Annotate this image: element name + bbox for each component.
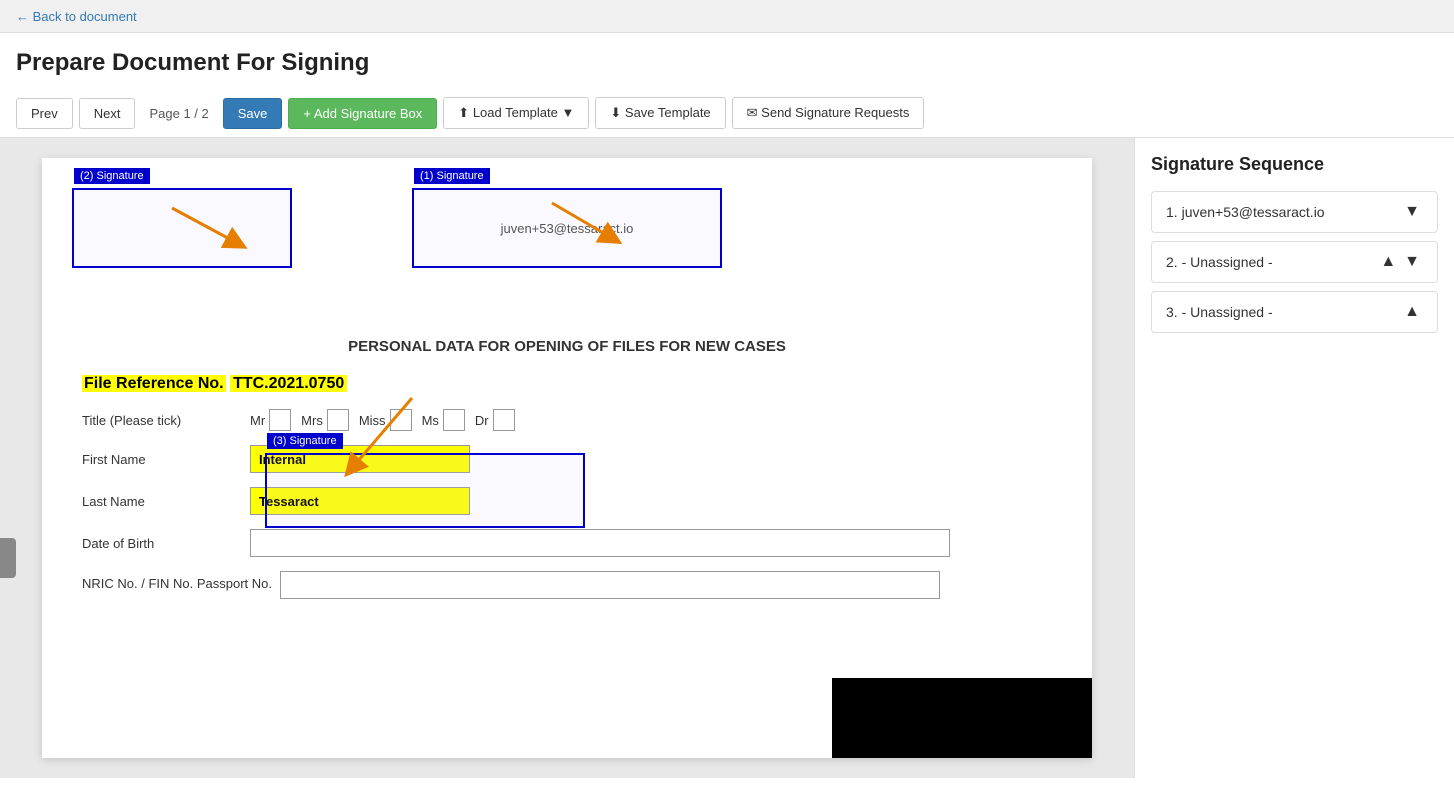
seq-item-2: 2. - Unassigned - ▲ ▼ [1151, 241, 1438, 283]
save-template-icon: ⬇ [610, 105, 621, 120]
seq-item-1-down[interactable]: ▼ [1401, 204, 1423, 220]
load-template-icon: ⬆ [458, 105, 469, 120]
seq-item-3-controls: ▲ [1401, 304, 1423, 320]
seq-item-2-controls: ▲ ▼ [1377, 254, 1423, 270]
dr-label: Dr [475, 413, 489, 428]
seq-item-2-text: 2. - Unassigned - [1166, 254, 1377, 270]
last-name-label: Last Name [82, 494, 242, 509]
top-bar: ← Back to document [0, 0, 1454, 33]
sig-label-2: (2) Signature [74, 168, 150, 184]
ms-label: Ms [422, 413, 439, 428]
title-dr: Dr [475, 409, 515, 431]
seq-item-3-up[interactable]: ▲ [1401, 304, 1423, 320]
dob-row: Date of Birth [82, 529, 1052, 557]
nric-input[interactable] [280, 571, 940, 599]
ms-checkbox[interactable] [443, 409, 465, 431]
save-template-button[interactable]: ⬇ Save Template [595, 97, 725, 129]
miss-label: Miss [359, 413, 386, 428]
mrs-checkbox[interactable] [327, 409, 349, 431]
file-ref-value: TTC.2021.0750 [230, 375, 347, 392]
left-indicator [0, 538, 16, 578]
seq-item-1: 1. juven+53@tessaract.io ▼ [1151, 191, 1438, 233]
first-name-label: First Name [82, 452, 242, 467]
seq-item-2-down[interactable]: ▼ [1401, 254, 1423, 270]
sig-label-3: (3) Signature [267, 433, 343, 449]
seq-item-2-up[interactable]: ▲ [1377, 254, 1399, 270]
title-row: Title (Please tick) Mr Mrs Miss [82, 409, 1052, 431]
main-layout: (1) Signature juven+53@tessaract.io (2) … [0, 138, 1454, 778]
signature-box-2[interactable]: (2) Signature [72, 188, 292, 268]
dob-input[interactable] [250, 529, 950, 557]
dr-checkbox[interactable] [493, 409, 515, 431]
send-signature-requests-button[interactable]: ✉ Send Signature Requests [732, 97, 925, 129]
doc-page: (1) Signature juven+53@tessaract.io (2) … [42, 158, 1092, 758]
doc-area: (1) Signature juven+53@tessaract.io (2) … [0, 138, 1134, 778]
seq-item-1-controls: ▼ [1401, 204, 1423, 220]
sidebar: Signature Sequence 1. juven+53@tessaract… [1134, 138, 1454, 778]
dob-label: Date of Birth [82, 536, 242, 551]
sig-email-1: juven+53@tessaract.io [501, 221, 634, 236]
title-label: Title (Please tick) [82, 413, 242, 428]
toolbar: Prev Next Page 1 / 2 Save + Add Signatur… [0, 89, 1454, 138]
title-options: Mr Mrs Miss Ms [250, 409, 515, 431]
prev-button[interactable]: Prev [16, 98, 73, 129]
page-title: Prepare Document For Signing [0, 33, 1454, 89]
load-template-button[interactable]: ⬆ Load Template ▼ [443, 97, 589, 129]
signature-box-3[interactable]: (3) Signature [265, 453, 585, 528]
back-link[interactable]: ← Back to document [16, 9, 137, 24]
miss-checkbox[interactable] [390, 409, 412, 431]
next-button[interactable]: Next [79, 98, 136, 129]
seq-item-2-label: - Unassigned - [1182, 254, 1273, 270]
seq-item-1-text: 1. juven+53@tessaract.io [1166, 204, 1401, 220]
seq-item-1-label: juven+53@tessaract.io [1182, 204, 1325, 220]
seq-item-3-label: - Unassigned - [1182, 304, 1273, 320]
seq-item-3-num: 3. [1166, 304, 1178, 320]
doc-header: PERSONAL DATA FOR OPENING OF FILES FOR N… [82, 338, 1052, 355]
add-signature-box-button[interactable]: + Add Signature Box [288, 98, 437, 129]
black-overlay [832, 678, 1092, 758]
sidebar-title: Signature Sequence [1151, 154, 1438, 175]
seq-item-3-text: 3. - Unassigned - [1166, 304, 1401, 320]
mr-label: Mr [250, 413, 265, 428]
save-button[interactable]: Save [223, 98, 283, 129]
sig-label-1: (1) Signature [414, 168, 490, 184]
title-miss: Miss [359, 409, 412, 431]
seq-item-2-num: 2. [1166, 254, 1178, 270]
mr-checkbox[interactable] [269, 409, 291, 431]
signature-box-1[interactable]: (1) Signature juven+53@tessaract.io [412, 188, 722, 268]
file-ref: File Reference No. TTC.2021.0750 [82, 375, 1052, 393]
mrs-label: Mrs [301, 413, 323, 428]
seq-item-3: 3. - Unassigned - ▲ [1151, 291, 1438, 333]
title-ms: Ms [422, 409, 465, 431]
nric-row: NRIC No. / FIN No. Passport No. [82, 571, 1052, 599]
page-info: Page 1 / 2 [141, 106, 216, 121]
title-mr: Mr [250, 409, 291, 431]
title-mrs: Mrs [301, 409, 349, 431]
nric-label: NRIC No. / FIN No. Passport No. [82, 571, 272, 591]
chevron-down-icon: ▼ [562, 105, 575, 120]
seq-item-1-num: 1. [1166, 204, 1178, 220]
